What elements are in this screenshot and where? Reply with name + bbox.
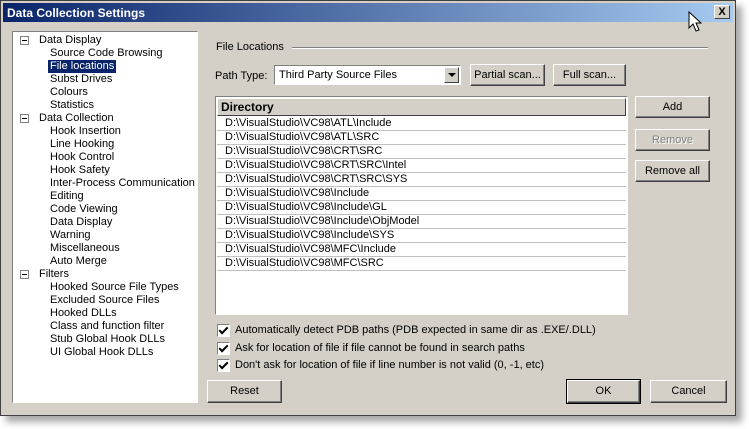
tree-item[interactable]: Excluded Source Files (50, 294, 159, 307)
title-bar[interactable]: Data Collection Settings X (3, 3, 733, 22)
settings-dialog: Data Collection Settings X Data Display S… (0, 0, 736, 416)
tree-item[interactable]: File locations (48, 60, 117, 73)
tree-item[interactable]: Hook Safety (50, 164, 110, 177)
cancel-button[interactable]: Cancel (650, 380, 727, 403)
checkmark-icon[interactable] (217, 342, 230, 355)
directory-row[interactable]: D:\VisualStudio\VC98\Include\ObjModel (217, 215, 626, 229)
path-type-value: Third Party Source Files (279, 69, 397, 81)
tree-item[interactable]: Source Code Browsing (50, 47, 163, 60)
directory-list[interactable]: Directory D:\VisualStudio\VC98\ATL\Inclu… (215, 96, 628, 315)
collapse-toggle-icon[interactable] (20, 114, 29, 123)
checkmark-icon[interactable] (217, 359, 230, 372)
tree-item[interactable]: Class and function filter (50, 320, 164, 333)
option-checkbox[interactable]: Ask for location of file if file cannot … (217, 342, 525, 356)
tree-item[interactable]: Line Hooking (50, 138, 114, 151)
mouse-cursor-icon (688, 11, 703, 32)
option-checkbox[interactable]: Don't ask for location of file if line n… (217, 359, 544, 373)
option-label: Ask for location of file if file cannot … (235, 342, 525, 354)
collapse-toggle-icon[interactable] (20, 36, 29, 45)
tree-item[interactable]: Colours (50, 86, 88, 99)
tree-item[interactable]: Hook Control (50, 151, 114, 164)
tree-item[interactable]: Data Display (50, 216, 112, 229)
tree-item[interactable]: Hooked Source File Types (50, 281, 179, 294)
option-label: Don't ask for location of file if line n… (235, 359, 545, 371)
directory-row[interactable]: D:\VisualStudio\VC98\CRT\SRC (217, 145, 626, 159)
collapse-toggle-icon[interactable] (20, 270, 29, 279)
directory-row[interactable]: D:\VisualStudio\VC98\ATL\Include (217, 117, 626, 131)
add-button[interactable]: Add (635, 96, 710, 118)
tree-item[interactable]: Editing (50, 190, 84, 203)
file-locations-group-title: File Locations (216, 41, 284, 53)
chevron-down-icon[interactable] (444, 67, 459, 83)
tree-item[interactable]: Inter-Process Communication (50, 177, 195, 190)
group-divider (292, 47, 708, 49)
option-label: Automatically detect PDB paths (PDB expe… (235, 324, 596, 336)
tree-group[interactable]: Data Display (39, 34, 101, 47)
directory-row[interactable]: D:\VisualStudio\VC98\Include (217, 187, 626, 201)
tree-group[interactable]: Filters (39, 268, 69, 281)
tree-item[interactable]: Subst Drives (50, 73, 112, 86)
partial-scan-button[interactable]: Partial scan... (470, 64, 545, 86)
settings-tree[interactable]: Data Display Source Code Browsing File loc… (12, 31, 198, 403)
reset-button[interactable]: Reset (207, 380, 282, 403)
remove-button[interactable]: Remove (635, 129, 710, 151)
tree-item[interactable]: Code Viewing (50, 203, 118, 216)
directory-row[interactable]: D:\VisualStudio\VC98\CRT\SRC\SYS (217, 173, 626, 187)
full-scan-button[interactable]: Full scan... (553, 64, 626, 86)
directory-row[interactable]: D:\VisualStudio\VC98\MFC\Include (217, 243, 626, 257)
dialog-title: Data Collection Settings (7, 6, 146, 20)
directory-row[interactable]: D:\VisualStudio\VC98\ATL\SRC (217, 131, 626, 145)
directory-column-header[interactable]: Directory (217, 98, 626, 116)
remove-all-button[interactable]: Remove all (635, 160, 710, 182)
ok-button[interactable]: OK (566, 379, 641, 404)
tree-item[interactable]: Warning (50, 229, 91, 242)
close-button[interactable]: X (714, 5, 730, 19)
directory-row[interactable]: D:\VisualStudio\VC98\Include\SYS (217, 229, 626, 243)
directory-row[interactable]: D:\VisualStudio\VC98\MFC\SRC (217, 257, 626, 271)
tree-item[interactable]: UI Global Hook DLLs (50, 346, 153, 359)
directory-row[interactable]: D:\VisualStudio\VC98\Include\GL (217, 201, 626, 215)
tree-item[interactable]: Auto Merge (50, 255, 107, 268)
path-type-dropdown[interactable]: Third Party Source Files (274, 65, 461, 85)
tree-item[interactable]: Hook Insertion (50, 125, 121, 138)
path-type-label: Path Type: (215, 70, 268, 82)
tree-group[interactable]: Data Collection (39, 112, 114, 125)
tree-item[interactable]: Hooked DLLs (50, 307, 117, 320)
tree-item[interactable]: Miscellaneous (50, 242, 120, 255)
tree-item[interactable]: Stub Global Hook DLLs (50, 333, 165, 346)
tree-item[interactable]: Statistics (50, 99, 94, 112)
directory-row[interactable]: D:\VisualStudio\VC98\CRT\SRC\Intel (217, 159, 626, 173)
checkmark-icon[interactable] (217, 324, 230, 337)
option-checkbox[interactable]: Automatically detect PDB paths (PDB expe… (217, 324, 596, 338)
